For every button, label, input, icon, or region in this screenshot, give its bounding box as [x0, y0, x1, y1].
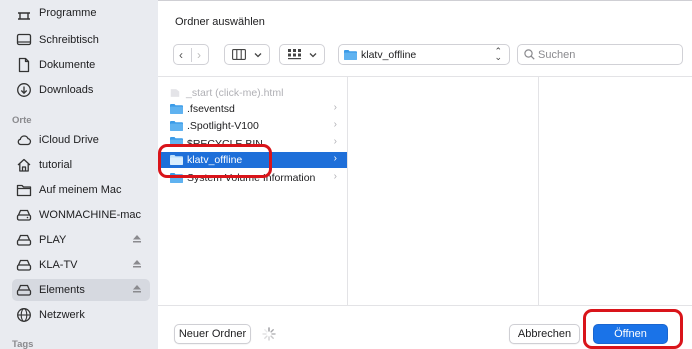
- new-folder-button[interactable]: Neuer Ordner: [174, 324, 251, 344]
- dialog-title: Ordner auswählen: [175, 16, 265, 28]
- sidebar-item-label: WONMACHINE-mac: [39, 209, 142, 221]
- drive-icon: [16, 232, 32, 248]
- home-icon: [16, 157, 32, 173]
- loading-spinner-icon: [262, 327, 276, 341]
- desktop-icon: [16, 32, 32, 48]
- folder-icon: [344, 49, 357, 60]
- sidebar-section-tags: Tags: [12, 339, 34, 349]
- sidebar-item-label: Auf meinem Mac: [39, 184, 122, 196]
- browser-divider: [158, 76, 692, 77]
- sidebar-item-icloud-drive[interactable]: iCloud Drive: [12, 129, 150, 151]
- highlight-annotation: [158, 144, 272, 178]
- search-field[interactable]: Suchen: [517, 44, 683, 65]
- group-button[interactable]: [279, 44, 325, 65]
- sidebar-item-programme[interactable]: Programme: [12, 2, 150, 24]
- html-file-icon: [170, 89, 180, 97]
- sidebar-item-kla-tv[interactable]: KLA-TV: [12, 254, 150, 276]
- path-popup[interactable]: klatv_offline ⌃ ⌄: [338, 44, 510, 65]
- path-label: klatv_offline: [361, 48, 417, 61]
- sidebar-item-play[interactable]: PLAY: [12, 229, 150, 251]
- sidebar-section-places: Orte: [12, 115, 32, 126]
- apps-icon: [16, 5, 32, 21]
- sidebar-item-netzwerk[interactable]: Netzwerk: [12, 304, 150, 326]
- view-mode-button[interactable]: [224, 44, 270, 65]
- drive-icon: [16, 282, 32, 298]
- chevron-right-icon: ›: [333, 153, 337, 164]
- sidebar-item-label: Elements: [39, 284, 85, 296]
- sidebar-item-label: Schreibtisch: [39, 34, 99, 46]
- folder-row[interactable]: .fseventsd ›: [160, 101, 347, 117]
- column-divider: [538, 77, 539, 305]
- file-row[interactable]: _start (click-me).html: [160, 85, 347, 101]
- sidebar-item-schreibtisch[interactable]: Schreibtisch: [12, 29, 150, 51]
- folder-row[interactable]: .Spotlight-V100 ›: [160, 118, 347, 134]
- chevron-down-icon: [309, 52, 316, 57]
- sidebar-item-label: Downloads: [39, 84, 94, 96]
- search-placeholder: Suchen: [538, 48, 576, 61]
- top-divider: [158, 0, 692, 1]
- eject-icon[interactable]: [132, 234, 142, 244]
- folder-icon: [170, 104, 183, 114]
- sidebar-item-wonmachine-mac[interactable]: WONMACHINE-mac: [12, 204, 150, 226]
- back-button[interactable]: ‹: [179, 48, 183, 62]
- eject-icon[interactable]: [132, 259, 142, 269]
- sidebar-item-label: Netzwerk: [39, 309, 85, 321]
- eject-icon[interactable]: [132, 284, 142, 294]
- network-drive-icon: [16, 207, 32, 223]
- sidebar-item-label: PLAY: [39, 234, 67, 246]
- sidebar-item-auf-meinem-mac[interactable]: Auf meinem Mac: [12, 179, 150, 201]
- chevron-right-icon: ›: [333, 136, 337, 147]
- chevron-right-icon: ›: [333, 171, 337, 182]
- chevron-right-icon: ›: [333, 119, 337, 130]
- sidebar-item-label: Programme: [39, 7, 97, 19]
- sidebar-item-elements[interactable]: Elements: [12, 279, 150, 301]
- column-divider: [347, 77, 348, 305]
- search-icon: [524, 49, 535, 60]
- sidebar-item-downloads[interactable]: Downloads: [12, 79, 150, 101]
- cloud-icon: [16, 132, 32, 148]
- sidebar-item-label: iCloud Drive: [39, 134, 99, 146]
- sidebar-item-dokumente[interactable]: Dokumente: [12, 54, 150, 76]
- sidebar-item-label: KLA-TV: [39, 259, 78, 271]
- forward-button[interactable]: ›: [197, 48, 201, 62]
- chevron-down-icon: [254, 52, 262, 57]
- globe-icon: [16, 307, 32, 323]
- bottom-divider: [158, 305, 692, 306]
- folder-name: .Spotlight-V100: [187, 120, 259, 132]
- sidebar-item-label: Dokumente: [39, 59, 96, 71]
- sidebar-item-tutorial[interactable]: tutorial: [12, 154, 150, 176]
- sidebar-item-label: tutorial: [39, 159, 73, 171]
- chevron-right-icon: ›: [333, 102, 337, 113]
- back-forward-control: ‹ ›: [173, 44, 209, 65]
- folder-icon: [170, 121, 183, 131]
- drive-icon: [16, 257, 32, 273]
- sidebar: Programme Schreibtisch Dokumente Downloa…: [0, 0, 158, 349]
- document-icon: [16, 57, 32, 73]
- download-icon: [16, 82, 32, 98]
- up-down-arrows-icon: ⌃ ⌄: [494, 46, 502, 62]
- grid-icon: [287, 48, 301, 59]
- file-name: _start (click-me).html: [186, 87, 284, 99]
- folder-name: .fseventsd: [187, 103, 235, 115]
- columns-view-icon: [232, 49, 246, 60]
- cancel-button[interactable]: Abbrechen: [509, 324, 580, 344]
- folder-icon: [16, 182, 32, 198]
- highlight-annotation: [583, 309, 683, 349]
